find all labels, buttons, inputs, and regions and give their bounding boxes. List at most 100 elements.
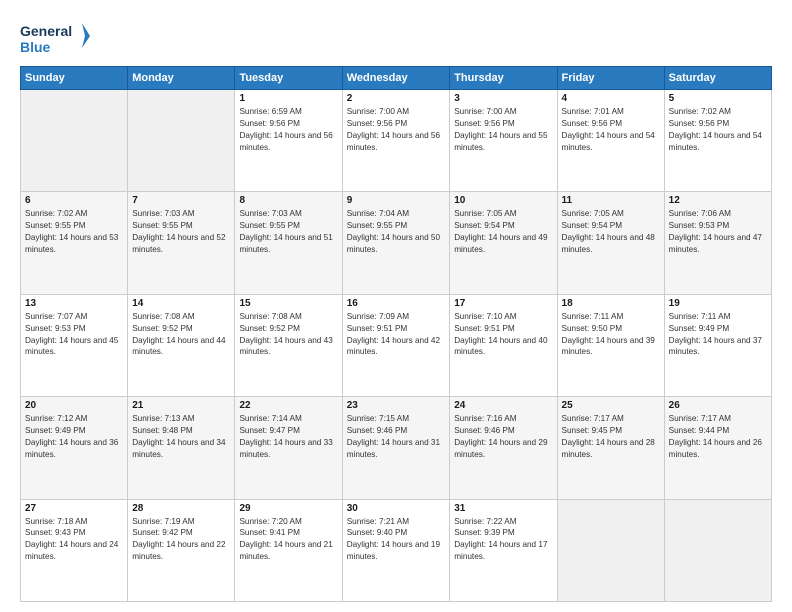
calendar-week-row: 27Sunrise: 7:18 AM Sunset: 9:43 PM Dayli…	[21, 499, 772, 601]
calendar-cell	[664, 499, 771, 601]
day-info: Sunrise: 7:09 AM Sunset: 9:51 PM Dayligh…	[347, 311, 445, 359]
weekday-header: Thursday	[450, 67, 557, 90]
day-number: 3	[454, 93, 552, 104]
day-number: 18	[562, 298, 660, 309]
page-header: General Blue	[20, 18, 772, 58]
day-number: 20	[25, 400, 123, 411]
calendar-cell: 14 Sunrise: 7:08 AM Sunset: 9:52 PM Dayli…	[128, 294, 235, 396]
day-info: Sunrise: 7:05 AM Sunset: 9:54 PM Dayligh…	[454, 208, 552, 256]
day-number: 16	[347, 298, 445, 309]
day-number: 10	[454, 195, 552, 206]
day-info: Sunrise: 7:02 AM Sunset: 9:55 PM Dayligh…	[25, 208, 123, 256]
day-info: Sunrise: 7:21 AM Sunset: 9:40 PM Dayligh…	[347, 516, 445, 564]
calendar-cell: 31 Sunrise: 7:22 AM Sunset: 9:39 PM Dayli…	[450, 499, 557, 601]
day-number: 9	[347, 195, 445, 206]
calendar-cell: 18 Sunrise: 7:11 AM Sunset: 9:50 PM Dayli…	[557, 294, 664, 396]
calendar-cell: 27Sunrise: 7:18 AM Sunset: 9:43 PM Dayli…	[21, 499, 128, 601]
day-info: Sunrise: 7:13 AM Sunset: 9:48 PM Dayligh…	[132, 413, 230, 461]
day-number: 31	[454, 503, 552, 514]
day-number: 11	[562, 195, 660, 206]
calendar-week-row: 20 Sunrise: 7:12 AM Sunset: 9:49 PM Dayli…	[21, 397, 772, 499]
calendar-week-row: 13Sunrise: 7:07 AM Sunset: 9:53 PM Dayli…	[21, 294, 772, 396]
weekday-header: Saturday	[664, 67, 771, 90]
weekday-header: Sunday	[21, 67, 128, 90]
calendar-cell	[128, 90, 235, 192]
day-number: 14	[132, 298, 230, 309]
calendar-cell	[557, 499, 664, 601]
day-number: 27	[25, 503, 123, 514]
day-number: 25	[562, 400, 660, 411]
weekday-header: Friday	[557, 67, 664, 90]
day-number: 8	[239, 195, 337, 206]
calendar-cell: 9 Sunrise: 7:04 AM Sunset: 9:55 PM Daylig…	[342, 192, 449, 294]
day-number: 29	[239, 503, 337, 514]
weekday-header: Monday	[128, 67, 235, 90]
calendar-cell: 19 Sunrise: 7:11 AM Sunset: 9:49 PM Dayli…	[664, 294, 771, 396]
day-number: 30	[347, 503, 445, 514]
day-info: Sunrise: 7:06 AM Sunset: 9:53 PM Dayligh…	[669, 208, 767, 256]
day-number: 23	[347, 400, 445, 411]
weekday-header: Tuesday	[235, 67, 342, 90]
logo: General Blue	[20, 18, 90, 58]
day-info: Sunrise: 7:20 AM Sunset: 9:41 PM Dayligh…	[239, 516, 337, 564]
day-number: 12	[669, 195, 767, 206]
calendar-cell: 30 Sunrise: 7:21 AM Sunset: 9:40 PM Dayli…	[342, 499, 449, 601]
day-info: Sunrise: 7:17 AM Sunset: 9:45 PM Dayligh…	[562, 413, 660, 461]
calendar-cell: 12 Sunrise: 7:06 AM Sunset: 9:53 PM Dayli…	[664, 192, 771, 294]
calendar-week-row: 6 Sunrise: 7:02 AM Sunset: 9:55 PM Daylig…	[21, 192, 772, 294]
day-info: Sunrise: 7:16 AM Sunset: 9:46 PM Dayligh…	[454, 413, 552, 461]
day-number: 22	[239, 400, 337, 411]
day-info: Sunrise: 7:01 AM Sunset: 9:56 PM Dayligh…	[562, 106, 660, 154]
day-info: Sunrise: 7:00 AM Sunset: 9:56 PM Dayligh…	[347, 106, 445, 154]
calendar-cell: 21Sunrise: 7:13 AM Sunset: 9:48 PM Dayli…	[128, 397, 235, 499]
day-info: Sunrise: 7:03 AM Sunset: 9:55 PM Dayligh…	[132, 208, 230, 256]
calendar-cell: 13Sunrise: 7:07 AM Sunset: 9:53 PM Dayli…	[21, 294, 128, 396]
day-number: 17	[454, 298, 552, 309]
day-number: 28	[132, 503, 230, 514]
calendar-cell: 5 Sunrise: 7:02 AM Sunset: 9:56 PM Daylig…	[664, 90, 771, 192]
day-number: 24	[454, 400, 552, 411]
calendar-cell: 16 Sunrise: 7:09 AM Sunset: 9:51 PM Dayli…	[342, 294, 449, 396]
day-info: Sunrise: 7:04 AM Sunset: 9:55 PM Dayligh…	[347, 208, 445, 256]
day-info: Sunrise: 7:19 AM Sunset: 9:42 PM Dayligh…	[132, 516, 230, 564]
calendar-cell: 23 Sunrise: 7:15 AM Sunset: 9:46 PM Dayli…	[342, 397, 449, 499]
day-info: Sunrise: 6:59 AM Sunset: 9:56 PM Dayligh…	[239, 106, 337, 154]
calendar-cell	[21, 90, 128, 192]
svg-text:General: General	[20, 23, 72, 39]
day-number: 1	[239, 93, 337, 104]
calendar-cell: 6 Sunrise: 7:02 AM Sunset: 9:55 PM Daylig…	[21, 192, 128, 294]
weekday-header: Wednesday	[342, 67, 449, 90]
calendar-cell: 24 Sunrise: 7:16 AM Sunset: 9:46 PM Dayli…	[450, 397, 557, 499]
day-info: Sunrise: 7:00 AM Sunset: 9:56 PM Dayligh…	[454, 106, 552, 154]
calendar-cell: 29 Sunrise: 7:20 AM Sunset: 9:41 PM Dayli…	[235, 499, 342, 601]
day-info: Sunrise: 7:08 AM Sunset: 9:52 PM Dayligh…	[239, 311, 337, 359]
calendar-header-row: SundayMondayTuesdayWednesdayThursdayFrid…	[21, 67, 772, 90]
day-info: Sunrise: 7:22 AM Sunset: 9:39 PM Dayligh…	[454, 516, 552, 564]
day-number: 6	[25, 195, 123, 206]
calendar-cell: 10 Sunrise: 7:05 AM Sunset: 9:54 PM Dayli…	[450, 192, 557, 294]
day-info: Sunrise: 7:12 AM Sunset: 9:49 PM Dayligh…	[25, 413, 123, 461]
day-number: 7	[132, 195, 230, 206]
day-info: Sunrise: 7:15 AM Sunset: 9:46 PM Dayligh…	[347, 413, 445, 461]
svg-text:Blue: Blue	[20, 39, 51, 55]
day-info: Sunrise: 7:08 AM Sunset: 9:52 PM Dayligh…	[132, 311, 230, 359]
calendar-cell: 20 Sunrise: 7:12 AM Sunset: 9:49 PM Dayli…	[21, 397, 128, 499]
day-number: 2	[347, 93, 445, 104]
day-info: Sunrise: 7:11 AM Sunset: 9:49 PM Dayligh…	[669, 311, 767, 359]
calendar-cell: 3 Sunrise: 7:00 AM Sunset: 9:56 PM Daylig…	[450, 90, 557, 192]
calendar-cell: 2 Sunrise: 7:00 AM Sunset: 9:56 PM Daylig…	[342, 90, 449, 192]
calendar-cell: 28 Sunrise: 7:19 AM Sunset: 9:42 PM Dayli…	[128, 499, 235, 601]
calendar-week-row: 1 Sunrise: 6:59 AM Sunset: 9:56 PM Daylig…	[21, 90, 772, 192]
day-number: 26	[669, 400, 767, 411]
calendar-cell: 26 Sunrise: 7:17 AM Sunset: 9:44 PM Dayli…	[664, 397, 771, 499]
calendar-cell: 7 Sunrise: 7:03 AM Sunset: 9:55 PM Daylig…	[128, 192, 235, 294]
day-number: 5	[669, 93, 767, 104]
day-info: Sunrise: 7:02 AM Sunset: 9:56 PM Dayligh…	[669, 106, 767, 154]
day-info: Sunrise: 7:11 AM Sunset: 9:50 PM Dayligh…	[562, 311, 660, 359]
calendar-cell: 25 Sunrise: 7:17 AM Sunset: 9:45 PM Dayli…	[557, 397, 664, 499]
day-info: Sunrise: 7:05 AM Sunset: 9:54 PM Dayligh…	[562, 208, 660, 256]
day-info: Sunrise: 7:17 AM Sunset: 9:44 PM Dayligh…	[669, 413, 767, 461]
day-info: Sunrise: 7:07 AM Sunset: 9:53 PM Dayligh…	[25, 311, 123, 359]
calendar-cell: 22Sunrise: 7:14 AM Sunset: 9:47 PM Dayli…	[235, 397, 342, 499]
day-number: 19	[669, 298, 767, 309]
